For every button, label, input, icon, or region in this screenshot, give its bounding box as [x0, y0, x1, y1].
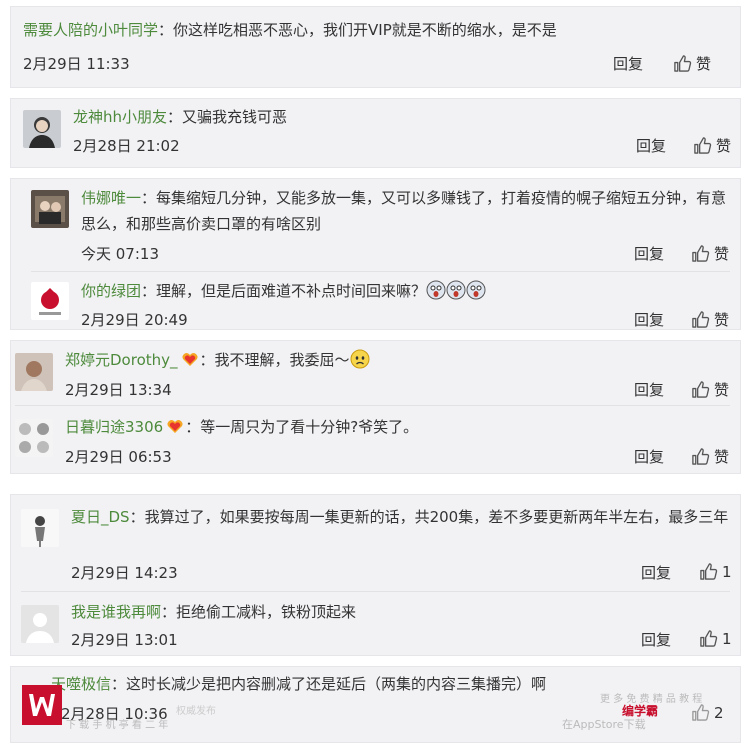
comment-body: 等一周只为了看十分钟?爷笑了。: [200, 418, 419, 436]
comment-card: 龙神hh小朋友：又骗我充钱可恶 2月28日 21:02 回复 赞: [10, 98, 741, 168]
avatar[interactable]: [21, 509, 59, 547]
thumbs-up-icon: [700, 563, 718, 580]
comment-body: 理解，但是后面难道不补点时间回来嘛？: [156, 282, 427, 300]
comment-body: 你这样吃相恶不恶心，我们开VIP就是不断的缩水，是不是: [173, 21, 557, 39]
like-count: 2: [714, 704, 724, 722]
default-avatar-icon: [21, 605, 59, 643]
comment-body: 每集缩短几分钟，又能多放一集，又可以多赚钱了，打着疫情的幌子缩短五分钟，有意思么…: [81, 189, 727, 233]
scared-face-emoji: [426, 280, 446, 300]
watermark-text: 下 载 手 机 亭 看 二 年: [66, 720, 169, 731]
comment-time: 2月29日 11:33: [23, 55, 130, 73]
comment-text: 需要人陪的小叶同学：你这样吃相恶不恶心，我们开VIP就是不断的缩水，是不是: [23, 21, 557, 39]
thumbs-up-icon: [674, 55, 692, 72]
comment-card: 需要人陪的小叶同学：你这样吃相恶不恶心，我们开VIP就是不断的缩水，是不是 2月…: [10, 6, 741, 88]
comment-time: 今天 07:13: [81, 245, 159, 263]
comment-text: 龙神hh小朋友：又骗我充钱可恶: [73, 108, 288, 126]
thumbs-up-icon: [692, 245, 710, 262]
watermark-brand: 编学霸: [622, 704, 659, 718]
comment-time: 2月29日 20:49: [81, 311, 188, 329]
like-button[interactable]: 赞: [691, 379, 729, 400]
comment-time: 2月28日 21:02: [73, 137, 180, 155]
reply-button[interactable]: 回复: [636, 135, 666, 156]
reply-button[interactable]: 回复: [613, 53, 643, 74]
username-link[interactable]: 伟娜唯一: [81, 189, 141, 207]
like-button[interactable]: 赞: [693, 135, 731, 156]
username-link[interactable]: 我是谁我再啊: [71, 603, 161, 621]
comment-card: 伟娜唯一：每集缩短几分钟，又能多放一集，又可以多赚钱了，打着疫情的幌子缩短五分钟…: [10, 178, 741, 330]
comment-body: 这时长减少是把内容删减了还是延后（两集的内容三集播完）啊: [126, 675, 547, 693]
brand-logo-icon: [22, 685, 62, 725]
like-button[interactable]: 赞: [691, 309, 729, 330]
reply-button[interactable]: 回复: [634, 446, 664, 467]
comment-text: 夏日_DS：我算过了，如果要按每周一集更新的话，共200集，差不多要更新两年半左…: [71, 508, 729, 526]
comment-card: 郑婷元Dorothy_ ：我不理解，我委屈～ 2月29日 13:34 回复 赞 日…: [10, 340, 741, 474]
user-photo-icon: [15, 419, 53, 457]
thumbs-up-icon: [700, 630, 718, 647]
comment-text: 我是谁我再啊：拒绝偷工减料，铁粉顶起来: [71, 603, 357, 621]
comment-card: 夏日_DS：我算过了，如果要按每周一集更新的话，共200集，差不多要更新两年半左…: [10, 494, 741, 656]
comment-time: 2月29日 14:23: [71, 564, 178, 582]
watermark-logo: [22, 685, 62, 725]
thumbs-up-icon: [692, 311, 710, 328]
avatar[interactable]: [21, 605, 59, 643]
scared-face-emoji: [446, 280, 466, 300]
username-link[interactable]: 需要人陪的小叶同学: [23, 21, 158, 39]
user-photo-icon: [15, 353, 53, 391]
reply-button[interactable]: 回复: [634, 243, 664, 264]
like-button[interactable]: 赞: [691, 446, 729, 467]
thumbs-up-icon: [692, 448, 710, 465]
comment-text: 日暮归途3306 ：等一周只为了看十分钟?爷笑了。: [65, 418, 419, 436]
user-photo-icon: [23, 110, 61, 148]
username-link[interactable]: 你的绿团: [81, 282, 141, 300]
avatar[interactable]: [15, 353, 53, 391]
comment-time: 2月29日 13:34: [65, 381, 172, 399]
watermark-brand-subtitle: 权威发布: [176, 706, 216, 717]
avatar[interactable]: [31, 190, 69, 228]
reply-button[interactable]: 回复: [634, 309, 664, 330]
username-link[interactable]: 日暮归途3306: [65, 418, 163, 436]
comment-text: 郑婷元Dorothy_ ：我不理解，我委屈～: [65, 347, 370, 373]
thumbs-up-icon: [692, 381, 710, 398]
user-photo-icon: [21, 509, 59, 547]
like-button[interactable]: 2: [691, 703, 724, 722]
comment-body: 我算过了，如果要按每周一集更新的话，共200集，差不多要更新两年半左右，最多三年: [144, 508, 729, 526]
comment-time: 2月29日 13:01: [71, 631, 178, 649]
divider: [21, 591, 730, 592]
vip-heart-badge-icon: [182, 353, 197, 366]
comment-body: 又骗我充钱可恶: [182, 108, 288, 126]
vip-heart-badge-icon: [167, 420, 183, 433]
thumbs-up-icon: [694, 137, 712, 154]
reply-button[interactable]: 回复: [634, 379, 664, 400]
user-photo-icon: [31, 282, 69, 320]
username-link[interactable]: 龙神hh小朋友: [73, 108, 167, 126]
avatar[interactable]: [31, 282, 69, 320]
comment-body: 我不理解，我委屈～: [214, 351, 350, 369]
comment-text: 你的绿团：理解，但是后面难道不补点时间回来嘛？: [81, 278, 486, 304]
reply-button[interactable]: 回复: [641, 562, 671, 583]
comment-text: 伟娜唯一：每集缩短几分钟，又能多放一集，又可以多赚钱了，打着疫情的幌子缩短五分钟…: [81, 189, 727, 233]
comment-body: 拒绝偷工减料，铁粉顶起来: [176, 603, 357, 621]
sad-face-emoji: [350, 349, 370, 369]
comment-text: 天噬极信：这时长减少是把内容删减了还是延后（两集的内容三集播完）啊: [51, 675, 547, 693]
username-link[interactable]: 郑婷元Dorothy_: [65, 351, 178, 369]
like-button[interactable]: 赞: [691, 243, 729, 264]
like-count: 1: [722, 563, 732, 581]
divider: [31, 271, 730, 272]
scared-face-emoji: [466, 280, 486, 300]
like-button[interactable]: 1: [699, 562, 732, 581]
comment-time: 2月29日 06:53: [65, 448, 172, 466]
username-link[interactable]: 夏日_DS: [71, 508, 130, 526]
user-photo-icon: [31, 190, 69, 228]
like-button[interactable]: 赞: [673, 53, 711, 74]
avatar[interactable]: [15, 419, 53, 457]
like-count: 1: [722, 630, 732, 648]
avatar[interactable]: [23, 110, 61, 148]
divider: [15, 405, 730, 406]
thumbs-up-icon: [692, 704, 710, 721]
reply-button[interactable]: 回复: [641, 629, 671, 650]
like-button[interactable]: 1: [699, 629, 732, 648]
